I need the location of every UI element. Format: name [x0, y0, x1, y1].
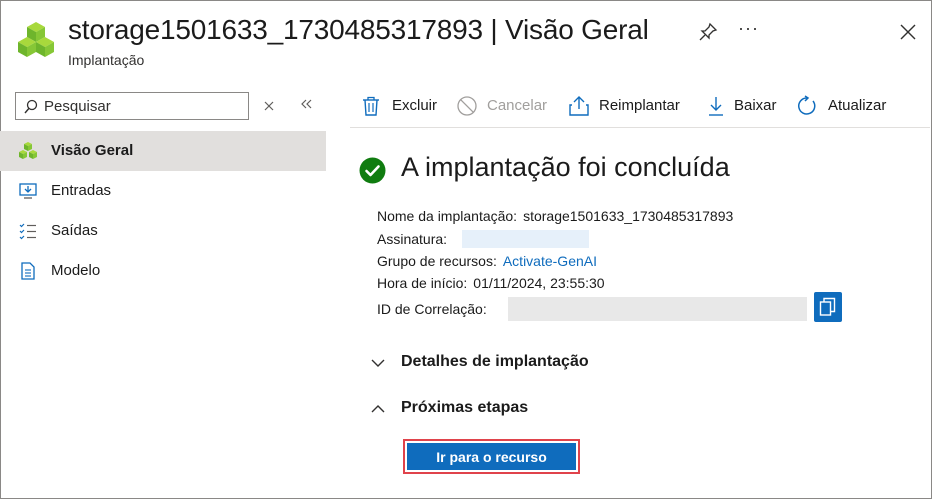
start-time-label: Hora de início: [377, 275, 468, 291]
deployment-status-heading: A implantação foi concluída [401, 152, 730, 182]
sidebar-item-label: Saídas [51, 222, 98, 239]
cancel-button[interactable]: Cancelar [456, 86, 556, 126]
sidebar-item-template[interactable]: Modelo [0, 251, 326, 291]
sidebar-item-label: Entradas [51, 182, 112, 199]
command-bar: Excluir Cancelar Reimplantar Baixar Atua… [350, 86, 930, 126]
next-steps-label: Próximas etapas [401, 399, 529, 416]
start-time-row: Hora de início: 01/11/2024, 23:55:30 [377, 275, 605, 291]
subscription-value-redacted[interactable] [462, 230, 589, 248]
toolbar-divider [350, 127, 930, 128]
sidebar-item-outputs[interactable]: Saídas [0, 211, 326, 251]
delete-button[interactable]: Excluir [360, 86, 440, 126]
subscription-row: Assinatura: [377, 231, 447, 247]
deployment-details-label: Detalhes de implantação [401, 353, 589, 370]
chevron-down-icon [371, 359, 385, 367]
search-input[interactable] [44, 96, 244, 116]
page-title: storage1501633_1730485317893 | Visão Ger… [68, 14, 649, 45]
checklist-icon [19, 223, 36, 240]
download-label: Baixar [734, 97, 777, 114]
sidebar-item-overview[interactable]: Visão Geral [0, 131, 326, 171]
correlation-id-row: ID de Correlação: [377, 301, 487, 317]
cancel-icon [457, 96, 477, 116]
go-to-resource-highlight: Ir para o recurso [403, 439, 580, 474]
redeploy-label: Reimplantar [599, 97, 680, 114]
chevron-up-icon [371, 405, 385, 413]
download-icon [709, 97, 723, 116]
resource-group-row: Grupo de recursos: Activate-GenAI [377, 253, 597, 269]
success-check-icon [359, 157, 386, 184]
resource-group-link[interactable]: Activate-GenAI [503, 253, 597, 269]
monitor-download-icon [19, 183, 37, 199]
deployment-name-value: storage1501633_1730485317893 [523, 208, 734, 224]
sidebar-item-inputs[interactable]: Entradas [0, 171, 326, 211]
start-time-value: 01/11/2024, 23:55:30 [473, 275, 605, 291]
close-icon[interactable] [898, 22, 918, 42]
cubes-icon [19, 142, 37, 159]
resource-group-label: Grupo de recursos: [377, 253, 497, 269]
clear-search-icon[interactable] [262, 97, 276, 113]
correlation-id-label: ID de Correlação: [377, 301, 487, 317]
refresh-button[interactable]: Atualizar [796, 86, 896, 126]
deployment-details-toggle[interactable]: Detalhes de implantação [370, 351, 670, 375]
upload-icon [569, 96, 589, 116]
sidebar-item-label: Visão Geral [51, 142, 134, 159]
refresh-icon [798, 95, 816, 115]
sidebar-item-label: Modelo [51, 262, 101, 279]
go-to-resource-button[interactable]: Ir para o recurso [407, 443, 576, 470]
delete-label: Excluir [392, 97, 438, 114]
more-options-icon[interactable]: ··· [738, 18, 759, 39]
collapse-sidebar-icon[interactable] [299, 96, 313, 112]
download-button[interactable]: Baixar [706, 86, 780, 126]
deployment-name-label: Nome da implantação: [377, 208, 518, 224]
subscription-label: Assinatura: [377, 231, 448, 247]
deployment-name-row: Nome da implantação: storage1501633_17304… [377, 208, 733, 224]
blade-header: storage1501633_1730485317893 | Visão Ger… [0, 0, 930, 80]
next-steps-toggle[interactable]: Próximas etapas [370, 397, 670, 421]
copy-icon [819, 297, 836, 316]
refresh-label: Atualizar [828, 97, 887, 114]
copy-button[interactable] [814, 292, 842, 322]
cubes-logo-icon [18, 22, 54, 57]
pin-icon[interactable] [698, 22, 718, 42]
redeploy-button[interactable]: Reimplantar [568, 86, 688, 126]
trash-icon [363, 96, 379, 116]
page-subtitle: Implantação [68, 52, 145, 68]
cancel-label: Cancelar [487, 97, 548, 114]
document-icon [21, 262, 35, 280]
search-icon [24, 99, 38, 114]
correlation-id-value-redacted [508, 297, 807, 321]
search-box[interactable] [15, 92, 249, 120]
